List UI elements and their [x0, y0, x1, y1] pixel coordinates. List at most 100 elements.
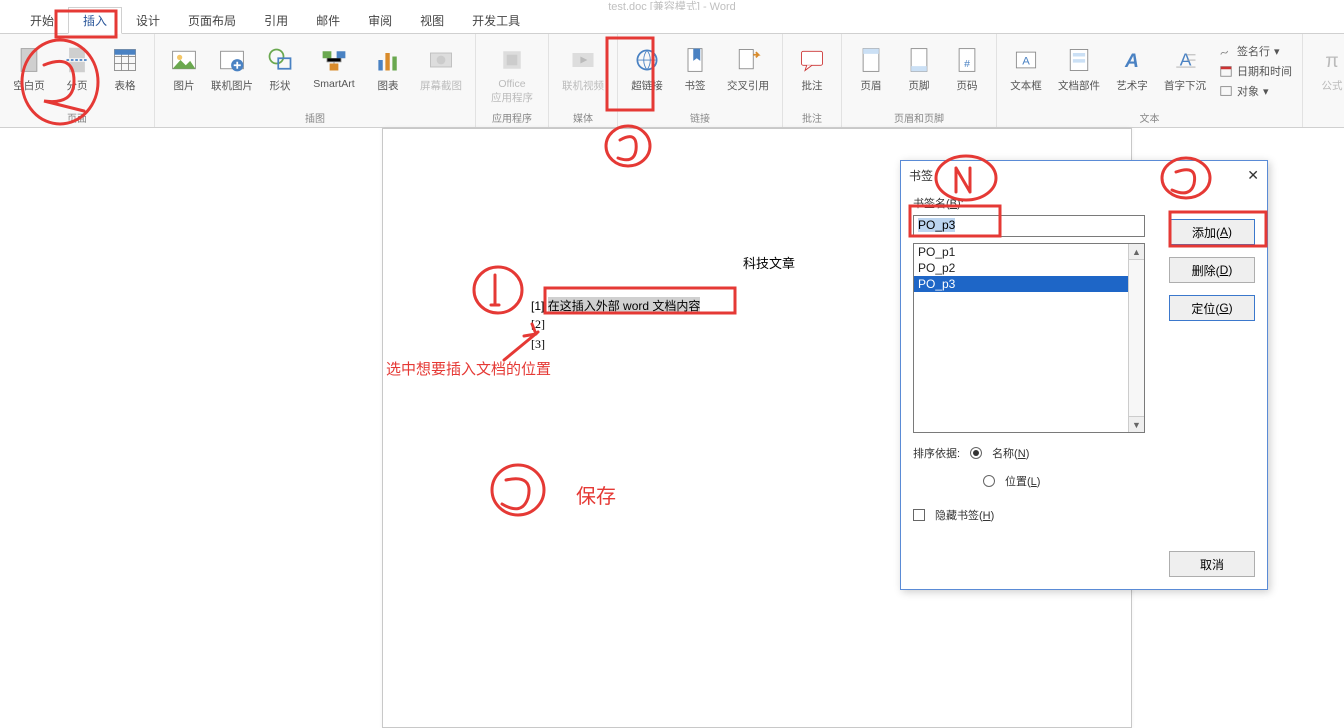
header-icon [855, 44, 887, 76]
scrollbar[interactable] [1128, 260, 1144, 416]
pagebreak-icon [61, 44, 93, 76]
group-illustrations: 图片 联机图片 形状 SmartArt 图表 屏幕截图 插图 [155, 34, 476, 127]
group-media-label: 媒体 [573, 110, 593, 127]
tab-developer[interactable]: 开发工具 [458, 8, 534, 33]
hyperlink-button[interactable]: 超链接 [624, 38, 670, 95]
formula-button[interactable]: π公式 [1309, 38, 1344, 95]
chart-button[interactable]: 图表 [365, 38, 411, 95]
datetime-button[interactable]: 日期和时间 [1215, 62, 1296, 80]
ribbon: 空白页 分页 表格 页面 图片 联机图片 形状 SmartArt 图表 屏幕截图… [0, 34, 1344, 128]
crossref-icon [732, 44, 764, 76]
delete-button[interactable]: 删除(D) [1169, 257, 1255, 283]
selected-text: 在这插入外部 word 文档内容 [548, 297, 701, 314]
object-icon [1219, 84, 1233, 98]
tab-design[interactable]: 设计 [122, 8, 174, 33]
list-item[interactable]: PO_p1 [914, 244, 1144, 260]
annotation-text-1: 选中想要插入文档的位置 [386, 358, 551, 379]
group-headerfooter: 页眉 页脚 #页码 页眉和页脚 [842, 34, 997, 127]
dialog-title: 书签 [909, 167, 933, 184]
text-small-buttons: 签名行 ▾ 日期和时间 对象 ▾ [1215, 38, 1296, 100]
video-icon [567, 44, 599, 76]
svg-text:#: # [964, 58, 970, 70]
bookmark-list[interactable]: PO_p1 PO_p2 PO_p3 ▲ ▼ [913, 243, 1145, 433]
group-text-label: 文本 [1140, 110, 1160, 127]
tab-insert[interactable]: 插入 [68, 7, 122, 34]
doc-line1[interactable]: [1] 在这插入外部 word 文档内容 [531, 297, 700, 314]
radio-sort-position[interactable] [983, 475, 995, 487]
group-illus-label: 插图 [305, 110, 325, 127]
datetime-icon [1219, 64, 1233, 78]
pagenum-icon: # [951, 44, 983, 76]
picture-icon [168, 44, 200, 76]
svg-text:A: A [1180, 49, 1192, 69]
group-text: A文本框 文档部件 A艺术字 A首字下沉 签名行 ▾ 日期和时间 对象 ▾ 文本 [997, 34, 1303, 127]
tab-references[interactable]: 引用 [250, 8, 302, 33]
footer-button[interactable]: 页脚 [896, 38, 942, 95]
svg-text:A: A [1022, 55, 1030, 67]
tab-review[interactable]: 审阅 [354, 8, 406, 33]
comment-icon [796, 44, 828, 76]
comment-button[interactable]: 批注 [789, 38, 835, 95]
dropcap-button[interactable]: A首字下沉 [1157, 38, 1213, 95]
object-button[interactable]: 对象 ▾ [1215, 82, 1296, 100]
group-pages-label: 页面 [67, 110, 87, 127]
group-apps: Office 应用程序 应用程序 [476, 34, 549, 127]
onlinevideo-button[interactable]: 联机视频 [555, 38, 611, 95]
signature-button[interactable]: 签名行 ▾ [1215, 42, 1296, 60]
doc-title: 科技文章 [743, 253, 795, 272]
svg-text:π: π [1325, 51, 1338, 72]
annotation-text-save: 保存 [576, 480, 616, 509]
textbox-icon: A [1010, 44, 1042, 76]
tab-pagelayout[interactable]: 页面布局 [174, 8, 250, 33]
shapes-button[interactable]: 形状 [257, 38, 303, 95]
blankpage-button[interactable]: 空白页 [6, 38, 52, 95]
pagebreak-button[interactable]: 分页 [54, 38, 100, 95]
tab-mailings[interactable]: 邮件 [302, 8, 354, 33]
add-button[interactable]: 添加(A) [1169, 219, 1255, 245]
doc-line3[interactable]: [3] [531, 337, 545, 352]
screenshot-button[interactable]: 屏幕截图 [413, 38, 469, 95]
goto-button[interactable]: 定位(G) [1169, 295, 1255, 321]
officeapps-button[interactable]: Office 应用程序 [482, 38, 542, 107]
group-symbols: π公式 Ω符号 #编号 符号 [1303, 34, 1344, 127]
list-item[interactable]: PO_p3 [914, 276, 1144, 292]
officeapps-icon [496, 44, 528, 76]
crossref-button[interactable]: 交叉引用 [720, 38, 776, 95]
textbox-button[interactable]: A文本框 [1003, 38, 1049, 95]
cancel-button[interactable]: 取消 [1169, 551, 1255, 577]
scroll-up-icon[interactable]: ▲ [1128, 244, 1144, 260]
scroll-down-icon[interactable]: ▼ [1128, 416, 1144, 432]
header-button[interactable]: 页眉 [848, 38, 894, 95]
bookmark-name-input[interactable]: PO_p3 [913, 215, 1145, 237]
tab-start[interactable]: 开始 [16, 8, 68, 33]
tab-view[interactable]: 视图 [406, 8, 458, 33]
doc-line2[interactable]: [2] [531, 317, 545, 332]
picture-button[interactable]: 图片 [161, 38, 207, 95]
group-links-label: 链接 [690, 110, 710, 127]
smartart-icon [318, 44, 350, 76]
svg-text:A: A [1124, 51, 1139, 72]
quickparts-button[interactable]: 文档部件 [1051, 38, 1107, 95]
bookmark-button[interactable]: 书签 [672, 38, 718, 95]
group-comments: 批注 批注 [783, 34, 842, 127]
signature-icon [1219, 44, 1233, 58]
onlinepic-button[interactable]: 联机图片 [209, 38, 255, 95]
close-icon[interactable]: ✕ [1247, 167, 1259, 184]
group-apps-label: 应用程序 [492, 110, 532, 127]
group-media: 联机视频 媒体 [549, 34, 618, 127]
list-item[interactable]: PO_p2 [914, 260, 1144, 276]
radio-sort-name[interactable] [970, 447, 982, 459]
bookmark-icon [679, 44, 711, 76]
wordart-icon: A [1116, 44, 1148, 76]
hyperlink-icon [631, 44, 663, 76]
checkbox-hidden[interactable] [913, 509, 925, 521]
group-links: 超链接 书签 交叉引用 链接 [618, 34, 783, 127]
sort-label: 排序依据: [913, 445, 960, 461]
table-button[interactable]: 表格 [102, 38, 148, 95]
dropcap-icon: A [1169, 44, 1201, 76]
smartart-button[interactable]: SmartArt [305, 38, 363, 92]
pagenum-button[interactable]: #页码 [944, 38, 990, 95]
wordart-button[interactable]: A艺术字 [1109, 38, 1155, 95]
footer-icon [903, 44, 935, 76]
quickparts-icon [1063, 44, 1095, 76]
